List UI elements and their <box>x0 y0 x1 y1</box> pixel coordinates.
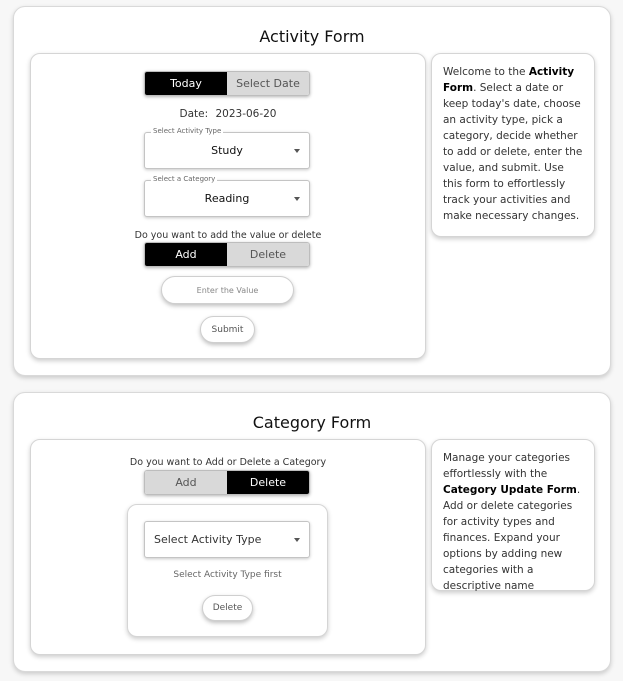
info-text: Manage your categories effortlessly with… <box>443 452 571 480</box>
delete-category-button[interactable]: Delete <box>202 595 253 621</box>
date-value: 2023-06-20 <box>215 108 277 120</box>
category-add-toggle-button[interactable]: Add <box>145 471 227 494</box>
add-toggle-button[interactable]: Add <box>145 243 227 266</box>
submit-button[interactable]: Submit <box>200 316 255 343</box>
info-text: . Select a date or keep today's date, ch… <box>443 82 583 222</box>
activity-type-value: Study <box>211 144 243 157</box>
category-value: Reading <box>204 192 250 205</box>
activity-form-section: Activity Form Today Select Date Date: 20… <box>13 6 611 376</box>
value-input[interactable]: Enter the Value <box>161 276 294 304</box>
delete-toggle-button[interactable]: Delete <box>227 243 309 266</box>
add-delete-toggle: Add Delete <box>144 242 310 267</box>
info-text: . Add or delete categories for activity … <box>443 484 581 592</box>
chevron-down-icon <box>294 197 300 201</box>
chevron-down-icon <box>294 538 300 542</box>
category-form-title: Category Form <box>252 413 372 432</box>
category-select[interactable]: Select a Category Reading <box>144 175 310 217</box>
activity-type-select-value: Select Activity Type <box>154 533 262 546</box>
activity-info-card: Welcome to the Activity Form. Select a d… <box>431 53 595 237</box>
info-text: Welcome to the <box>443 66 529 78</box>
category-mode-prompt: Do you want to Add or Delete a Category <box>129 457 327 468</box>
category-delete-toggle-button[interactable]: Delete <box>227 471 309 494</box>
today-toggle-button[interactable]: Today <box>145 72 227 95</box>
activity-form-title: Activity Form <box>259 27 365 46</box>
info-bold-text: Category Update Form <box>443 484 577 496</box>
delete-category-panel: Select Activity Type Select Activity Typ… <box>127 504 328 637</box>
category-add-delete-toggle: Add Delete <box>144 470 310 495</box>
select-activity-hint: Select Activity Type first <box>173 570 282 580</box>
date-label: Date: <box>179 108 209 120</box>
category-info-card: Manage your categories effortlessly with… <box>431 439 595 592</box>
activity-type-select[interactable]: Select Activity Type Study <box>144 127 310 169</box>
date-toggle: Today Select Date <box>144 71 310 96</box>
date-display: Date: 2023-06-20 <box>31 108 425 120</box>
activity-form-card: Today Select Date Date: 2023-06-20 Selec… <box>30 53 426 359</box>
mode-prompt: Do you want to add the value or delete <box>134 230 322 241</box>
activity-type-select[interactable]: Select Activity Type <box>144 521 310 558</box>
chevron-down-icon <box>294 149 300 153</box>
category-form-card: Do you want to Add or Delete a Category … <box>30 439 426 655</box>
select-date-toggle-button[interactable]: Select Date <box>227 72 309 95</box>
category-form-section: Category Form Do you want to Add or Dele… <box>13 392 611 672</box>
